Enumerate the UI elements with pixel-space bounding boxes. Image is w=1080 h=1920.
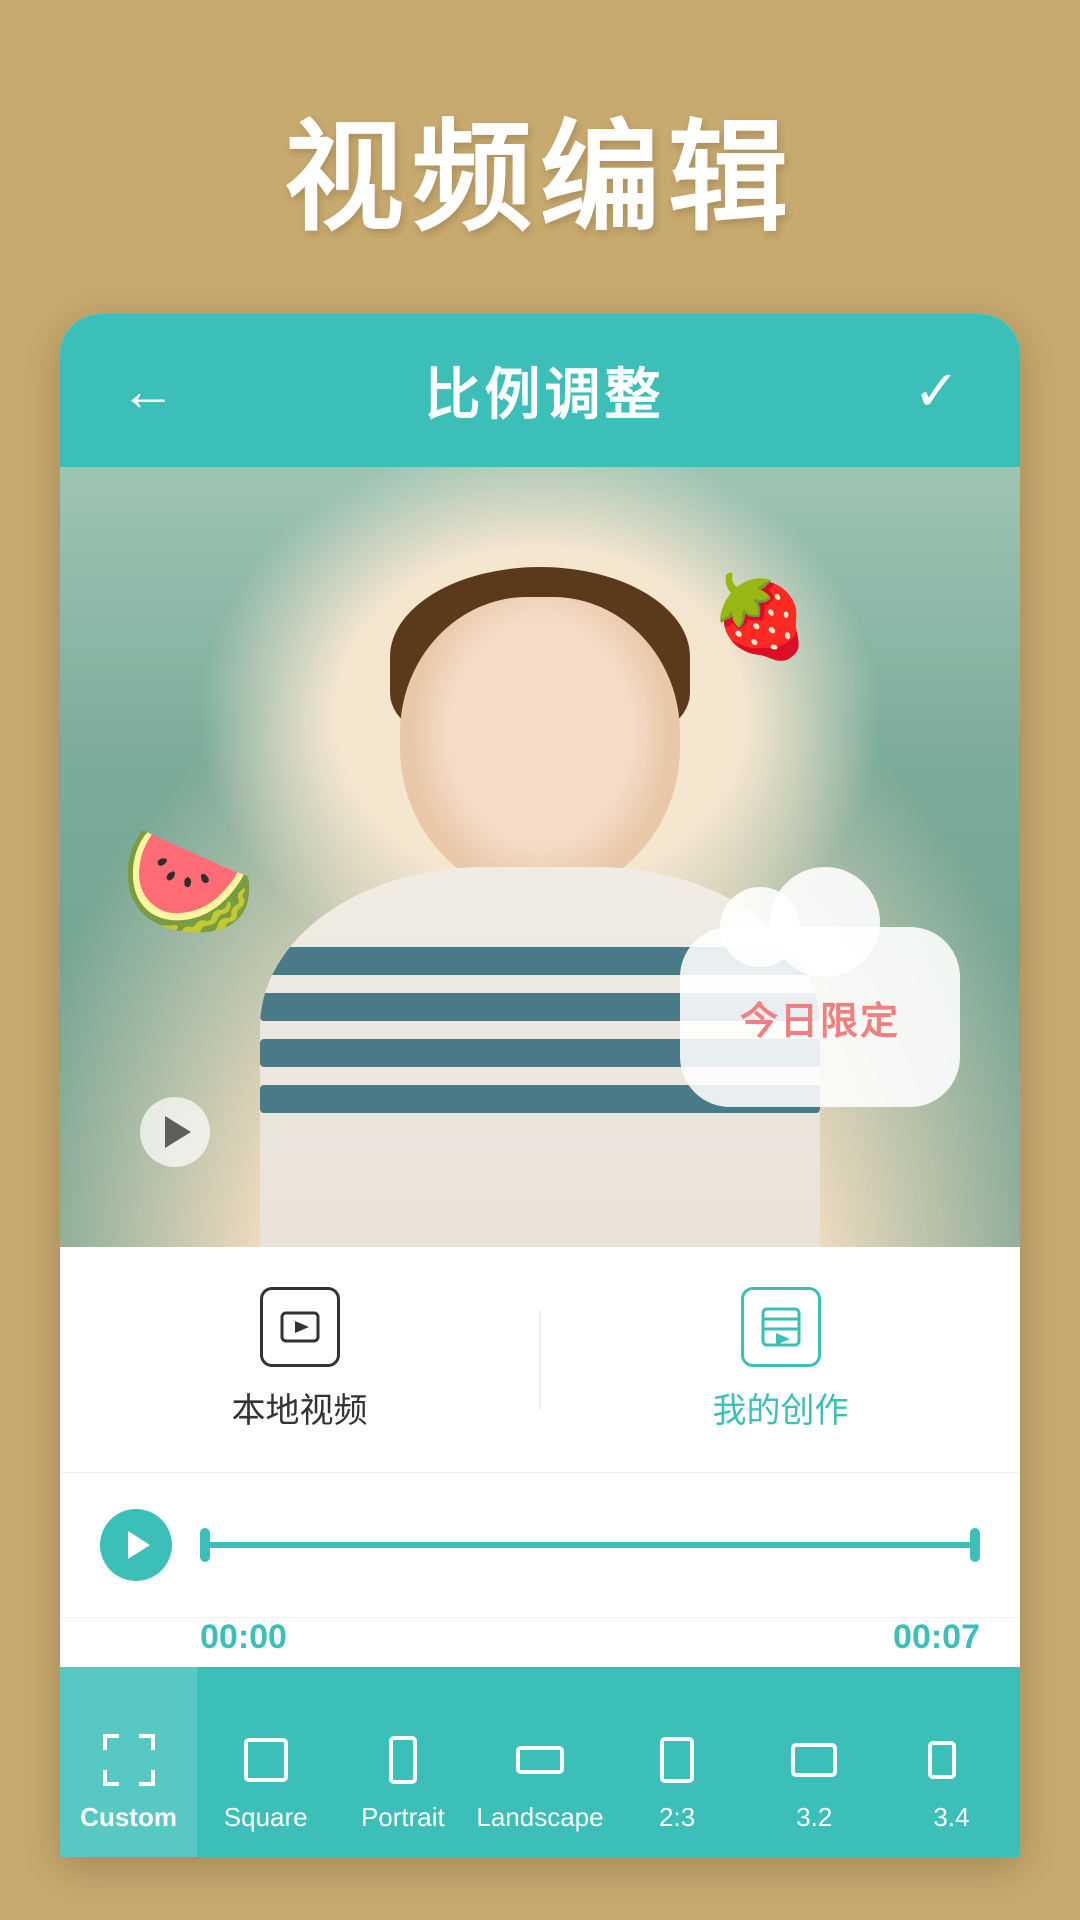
local-video-button[interactable]: 本地视频 [60, 1287, 539, 1432]
timeline-play-button[interactable] [100, 1509, 172, 1581]
ratio-3-2[interactable]: 3.2 [746, 1667, 883, 1857]
cloud-shape: 今日限定 [680, 927, 960, 1107]
ratio-square-label: Square [224, 1802, 308, 1833]
timeline-handle-right[interactable] [970, 1528, 980, 1562]
timeline-row [60, 1473, 1020, 1618]
ratio-landscape[interactable]: Landscape [471, 1667, 608, 1857]
portrait-face [400, 597, 680, 897]
source-row: 本地视频 我的创作 [60, 1247, 1020, 1473]
portrait-ratio-icon [373, 1730, 433, 1790]
my-creation-label: 我的创作 [713, 1383, 849, 1432]
ratio-3-4-icon [921, 1730, 981, 1790]
ratio-portrait-label: Portrait [361, 1802, 445, 1833]
app-card: ← 比例调整 ✓ 🍓 🍉 今日限定 [60, 314, 1020, 1857]
my-creation-icon [741, 1287, 821, 1367]
card-header: ← 比例调整 ✓ [60, 314, 1020, 467]
ratio-custom[interactable]: Custom [60, 1667, 197, 1857]
ratio-3-2-label: 3.2 [796, 1802, 832, 1833]
confirm-button[interactable]: ✓ [913, 358, 960, 424]
bottom-controls: 本地视频 我的创作 [60, 1247, 1020, 1857]
ratio-square[interactable]: Square [197, 1667, 334, 1857]
back-button[interactable]: ← [120, 358, 176, 423]
ratio-2-3-label: 2:3 [659, 1802, 695, 1833]
cloud-text: 今日限定 [740, 990, 900, 1045]
square-ratio-icon [236, 1730, 296, 1790]
corner-bl-icon [103, 1770, 119, 1786]
timeline-bar[interactable] [200, 1542, 980, 1548]
ratio-2-3[interactable]: 2:3 [609, 1667, 746, 1857]
ratio-custom-label: Custom [80, 1802, 177, 1833]
my-creation-button[interactable]: 我的创作 [541, 1287, 1020, 1432]
ratio-landscape-label: Landscape [476, 1802, 603, 1833]
sticker-watermelon: 🍉 [120, 827, 250, 957]
corner-br-icon [139, 1770, 155, 1786]
sticker-cloud: 今日限定 [680, 927, 960, 1107]
header-title: 比例调整 [425, 350, 665, 431]
corner-tl-icon [103, 1734, 119, 1750]
corner-tr-icon [139, 1734, 155, 1750]
ratio-portrait[interactable]: Portrait [334, 1667, 471, 1857]
local-video-icon [260, 1287, 340, 1367]
page-title: 视频编辑 [0, 0, 1080, 314]
play-triangle-icon [165, 1116, 191, 1148]
time-labels: 00:00 00:07 [60, 1618, 1020, 1667]
local-video-label: 本地视频 [232, 1383, 368, 1432]
sticker-strawberry: 🍓 [710, 577, 800, 677]
custom-ratio-icon [99, 1730, 159, 1790]
video-preview: 🍓 🍉 今日限定 [60, 467, 1020, 1247]
video-play-button[interactable] [140, 1097, 210, 1167]
time-end: 00:07 [893, 1618, 980, 1657]
landscape-ratio-icon [510, 1730, 570, 1790]
ratio-2-3-icon [647, 1730, 707, 1790]
timeline-handle-left[interactable] [200, 1528, 210, 1562]
ratio-3-4-label: 3.4 [933, 1802, 969, 1833]
ratio-3-2-icon [784, 1730, 844, 1790]
time-start: 00:00 [200, 1618, 287, 1657]
play-icon [128, 1531, 150, 1559]
ratio-3-4[interactable]: 3.4 [883, 1667, 1020, 1857]
ratio-bar: Custom Square Portrait [60, 1667, 1020, 1857]
